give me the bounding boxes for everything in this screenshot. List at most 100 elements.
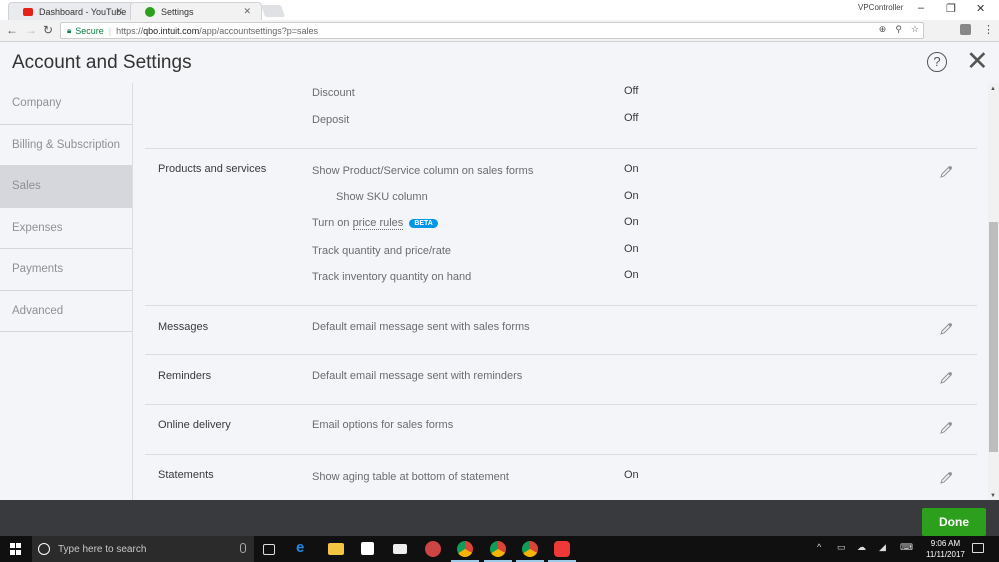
taskbar-search-placeholder: Type here to search — [58, 543, 147, 555]
pencil-edit-icon[interactable] — [939, 371, 953, 385]
sidebar-item-label: Advanced — [12, 304, 64, 317]
settings-content: Discount Off Deposit Off Products and se… — [145, 83, 977, 500]
browser-menu-icon[interactable]: ⋮ — [983, 23, 994, 36]
youtube-icon — [23, 7, 33, 16]
setting-description: Default email message sent with reminder… — [312, 370, 523, 382]
pencil-edit-icon[interactable] — [939, 421, 953, 435]
restore-icon[interactable]: ❐ — [946, 2, 956, 15]
page-title: Account and Settings — [12, 52, 192, 73]
close-icon[interactable]: ✕ — [966, 48, 989, 75]
forward-icon[interactable]: → — [25, 23, 37, 37]
setting-label-product-service-column: Show Product/Service column on sales for… — [312, 165, 534, 177]
vivaldi-icon[interactable] — [554, 541, 570, 557]
price-rules-prefix: Turn on — [312, 217, 353, 229]
setting-label-track-inventory: Track inventory quantity on hand — [312, 271, 472, 283]
setting-value-aging-table: On — [624, 469, 639, 481]
setting-label-deposit: Deposit — [312, 114, 350, 126]
action-center-icon[interactable] — [972, 543, 984, 553]
section-divider — [145, 454, 977, 455]
windows-taskbar: Type here to search e ^ ▭ ☁ ◢ ⌨ 9:06 AM … — [0, 536, 999, 562]
tab-label: Dashboard - YouTube — [39, 6, 127, 17]
window-profile-name: VPController — [858, 3, 904, 12]
lock-icon: 🔒︎ — [67, 25, 72, 35]
pencil-edit-icon[interactable] — [939, 471, 953, 485]
setting-value-sku-column: On — [624, 190, 639, 202]
chrome-app-icon[interactable] — [457, 541, 473, 557]
section-title: Reminders — [158, 370, 212, 382]
mail-icon[interactable] — [393, 544, 407, 554]
help-icon[interactable]: ? — [927, 52, 947, 72]
cortana-icon — [38, 543, 50, 555]
scroll-down-arrow-icon[interactable]: ▼ — [990, 493, 996, 499]
scroll-thumb[interactable] — [989, 222, 998, 452]
file-explorer-icon[interactable] — [328, 543, 344, 555]
window-close-icon[interactable]: ✕ — [976, 2, 985, 15]
chrome-soccer-icon[interactable] — [522, 541, 538, 557]
keyboard-icon[interactable]: ⌨ — [900, 542, 913, 553]
clock-date: 11/11/2017 — [926, 550, 965, 559]
tab-settings[interactable]: Settings ✕ — [130, 2, 262, 20]
sidebar-item-sales[interactable]: Sales — [0, 166, 132, 208]
taskbar-search-box[interactable]: Type here to search — [32, 536, 254, 562]
content-scrollbar[interactable]: ▲ ▼ — [988, 83, 999, 500]
sidebar-item-payments[interactable]: Payments — [0, 249, 132, 291]
url-host: qbo.intuit.com — [143, 25, 200, 36]
tab-close-icon[interactable]: ✕ — [243, 6, 251, 17]
beta-badge: BETA — [409, 218, 438, 228]
setting-label-sku-column: Show SKU column — [336, 191, 428, 203]
new-tab-button[interactable] — [260, 5, 286, 17]
minimize-icon[interactable]: – — [918, 2, 924, 14]
setting-description: Default email message sent with sales fo… — [312, 321, 530, 333]
edge-browser-icon[interactable]: e — [296, 539, 312, 556]
tab-label: Settings — [161, 6, 194, 17]
browser-tab-bar: Dashboard - YouTube ✕ Settings ✕ VPContr… — [0, 0, 999, 20]
battery-icon[interactable]: ▭ — [837, 542, 846, 553]
section-divider — [145, 404, 977, 405]
url-scheme: https:// — [116, 25, 144, 36]
browser-toolbar: ← → ↻ 🔒︎ Secure | https:// qbo.intuit.co… — [0, 20, 999, 42]
chrome-profile-icon[interactable] — [490, 541, 506, 557]
setting-value-deposit: Off — [624, 112, 639, 124]
store-icon[interactable] — [361, 542, 374, 555]
tab-close-icon[interactable]: ✕ — [115, 6, 123, 17]
done-button[interactable]: Done — [922, 508, 986, 536]
scroll-up-arrow-icon[interactable]: ▲ — [990, 86, 996, 92]
sidebar-item-label: Expenses — [12, 221, 63, 234]
snipping-tool-icon[interactable] — [425, 541, 441, 557]
section-title: Products and services — [158, 163, 267, 175]
price-rules-link[interactable]: price rules — [352, 217, 404, 230]
bookmark-star-icon[interactable]: ☆ — [911, 24, 919, 35]
setting-label-price-rules: Turn on price rules BETA — [312, 217, 438, 230]
tab-youtube-dashboard[interactable]: Dashboard - YouTube ✕ — [8, 2, 134, 20]
section-divider — [145, 148, 977, 149]
pencil-edit-icon[interactable] — [939, 165, 953, 179]
pin-icon[interactable]: ⚲ — [895, 24, 902, 35]
sidebar-item-label: Sales — [12, 180, 41, 193]
sidebar-item-advanced[interactable]: Advanced — [0, 291, 132, 332]
windows-start-icon[interactable] — [10, 543, 22, 555]
section-divider — [145, 305, 977, 306]
sidebar-item-company[interactable]: Company — [0, 83, 132, 125]
clock-time: 9:06 AM — [930, 539, 961, 548]
separator: | — [108, 25, 112, 36]
settings-footer: Done — [0, 500, 999, 536]
sidebar-item-billing-subscription[interactable]: Billing & Subscription — [0, 125, 132, 166]
taskbar-clock[interactable]: 9:06 AM 11/11/2017 — [926, 538, 965, 560]
task-view-icon[interactable] — [263, 544, 275, 555]
reload-icon[interactable]: ↻ — [43, 23, 53, 37]
address-bar[interactable]: 🔒︎ Secure | https:// qbo.intuit.com /app… — [60, 22, 924, 39]
setting-value-track-quantity-price: On — [624, 243, 639, 255]
microphone-icon[interactable] — [240, 543, 246, 553]
extension-icon[interactable] — [960, 24, 971, 35]
pencil-edit-icon[interactable] — [939, 322, 953, 336]
setting-value-discount: Off — [624, 85, 639, 97]
section-title: Statements — [158, 469, 214, 481]
sidebar-item-expenses[interactable]: Expenses — [0, 208, 132, 249]
onedrive-cloud-icon[interactable]: ☁ — [857, 542, 866, 553]
sidebar-item-label: Payments — [12, 263, 64, 276]
wifi-icon[interactable]: ◢ — [879, 542, 886, 553]
show-hidden-icons-chevron-icon[interactable]: ^ — [817, 542, 821, 552]
zoom-icon[interactable]: ⊕ — [879, 24, 887, 35]
back-icon[interactable]: ← — [6, 23, 18, 37]
setting-description: Email options for sales forms — [312, 419, 454, 431]
